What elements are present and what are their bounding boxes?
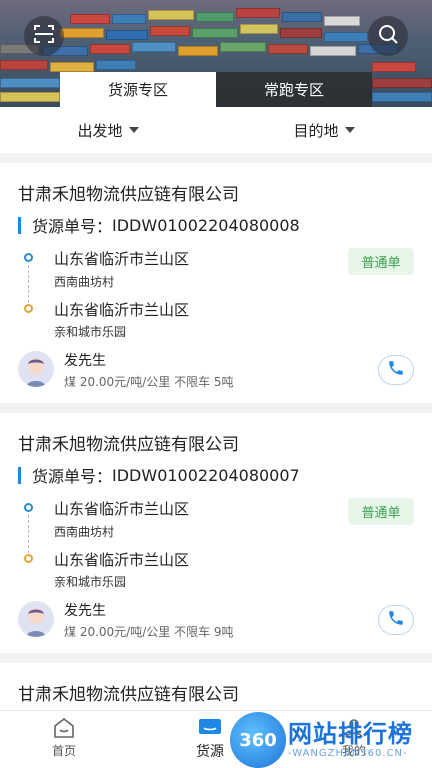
accent-bar [18, 466, 21, 484]
phone-icon [387, 359, 405, 381]
destination-filter-label: 目的地 [293, 121, 339, 140]
scan-button[interactable] [24, 16, 64, 56]
tab-regular-route-zone[interactable]: 常跑专区 [216, 72, 372, 107]
origin-filter[interactable]: 出发地 [0, 120, 216, 141]
company-name: 甘肃禾旭物流供应链有限公司 [18, 435, 239, 455]
goods-icon [197, 717, 223, 741]
route-line [28, 265, 29, 303]
origin-dot-icon [24, 253, 33, 262]
cargo-info: 煤 20.00元/吨/公里 不限车 9吨 [64, 625, 234, 639]
home-icon [52, 717, 76, 742]
destination-detail: 亲和城市乐园 [54, 325, 127, 339]
watermark: 360 网站排行榜 -WANGZHAN360.CN- [222, 706, 432, 768]
scan-icon [33, 23, 55, 49]
phone-icon [387, 609, 405, 631]
nav-goods-label: 货源 [196, 744, 224, 760]
chevron-down-icon [128, 127, 139, 133]
order-type-badge: 普通单 [348, 248, 414, 275]
origin-detail: 西南曲坊村 [54, 275, 115, 289]
avatar [18, 601, 54, 637]
origin-dot-icon [24, 503, 33, 512]
order-number: 货源单号： IDDW01002204080007 [18, 463, 300, 487]
order-number: 货源单号： IDDW01002204080008 [18, 213, 300, 237]
cargo-info: 煤 20.00元/吨/公里 不限车 5吨 [64, 375, 234, 389]
origin-city: 山东省临沂市兰山区 [54, 250, 190, 268]
avatar [18, 351, 54, 387]
company-name: 甘肃禾旭物流供应链有限公司 [18, 185, 239, 205]
filter-bar: 出发地 目的地 [0, 107, 432, 153]
order-prefix: 货源单号： [32, 467, 113, 486]
destination-filter[interactable]: 目的地 [216, 120, 432, 141]
cargo-card[interactable]: 甘肃禾旭物流供应链有限公司 货源单号： IDDW01002204080008 山… [0, 163, 432, 403]
search-button[interactable] [368, 16, 408, 56]
nav-home-label: 首页 [52, 744, 77, 758]
zone-tabs: 货源专区 常跑专区 [60, 72, 372, 107]
order-prefix: 货源单号： [32, 217, 113, 236]
chevron-down-icon [344, 127, 355, 133]
company-name: 甘肃禾旭物流供应链有限公司 [18, 685, 239, 705]
order-type-badge: 普通单 [348, 498, 414, 525]
contact-name: 发先生 [64, 353, 106, 369]
destination-detail: 亲和城市乐园 [54, 575, 127, 589]
accent-bar [18, 216, 21, 234]
watermark-url: -WANGZHAN360.CN- [288, 748, 408, 759]
destination-city: 山东省临沂市兰山区 [54, 301, 190, 319]
nav-home[interactable]: 首页 [52, 717, 76, 759]
cargo-card[interactable]: 甘肃禾旭物流供应链有限公司 货源单号： IDDW01002204080007 山… [0, 413, 432, 653]
watermark-logo: 360 [230, 712, 286, 768]
search-icon [377, 23, 399, 49]
nav-goods[interactable]: 货源 [196, 717, 224, 761]
route-line [28, 515, 29, 553]
call-button[interactable] [378, 605, 414, 635]
origin-city: 山东省临沂市兰山区 [54, 500, 190, 518]
destination-dot-icon [24, 304, 33, 313]
origin-detail: 西南曲坊村 [54, 525, 115, 539]
destination-city: 山东省临沂市兰山区 [54, 551, 190, 569]
contact-name: 发先生 [64, 603, 106, 619]
destination-dot-icon [24, 554, 33, 563]
order-id: IDDW01002204080008 [112, 215, 300, 235]
origin-filter-label: 出发地 [77, 121, 123, 140]
tab-goods-zone[interactable]: 货源专区 [60, 72, 216, 107]
header-banner: 货源专区 常跑专区 [0, 0, 432, 107]
cargo-card[interactable]: 甘肃禾旭物流供应链有限公司 [0, 663, 432, 710]
watermark-title: 网站排行榜 [288, 720, 413, 748]
call-button[interactable] [378, 355, 414, 385]
order-id: IDDW01002204080007 [112, 465, 300, 485]
